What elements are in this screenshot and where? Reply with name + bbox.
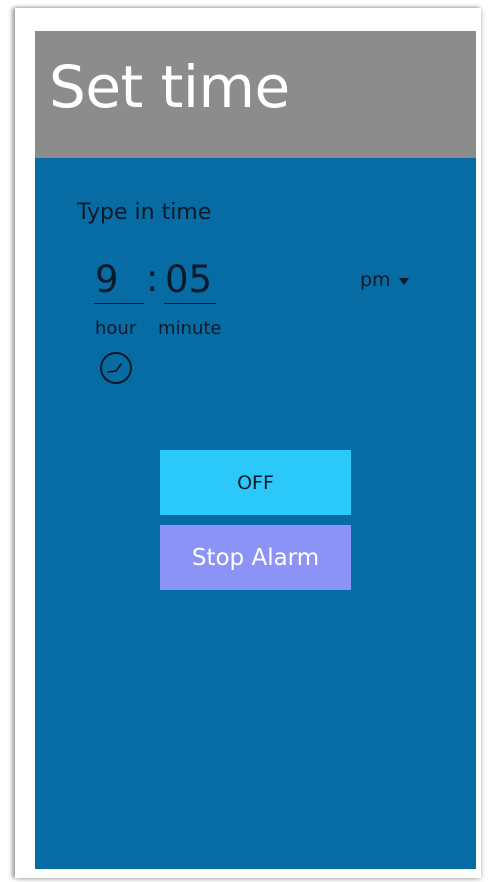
minute-label: minute [158, 318, 222, 339]
clock-icon[interactable] [99, 351, 133, 385]
stop-alarm-button[interactable]: Stop Alarm [160, 525, 351, 590]
page-title: Set time [49, 53, 290, 121]
time-separator: : [146, 257, 159, 300]
chevron-down-icon [398, 277, 409, 285]
hour-label: hour [95, 318, 137, 339]
alarm-app-screen: Set time Type in time 9 : 05 hour minute… [35, 31, 476, 869]
period-dropdown[interactable]: pm [360, 267, 409, 293]
period-selected-value: pm [360, 269, 391, 291]
app-header: Set time [35, 31, 476, 158]
off-button[interactable]: OFF [160, 450, 351, 515]
minute-input[interactable]: 05 [164, 257, 216, 304]
time-entry-prompt: Type in time [77, 200, 212, 225]
hour-input[interactable]: 9 [94, 257, 144, 304]
